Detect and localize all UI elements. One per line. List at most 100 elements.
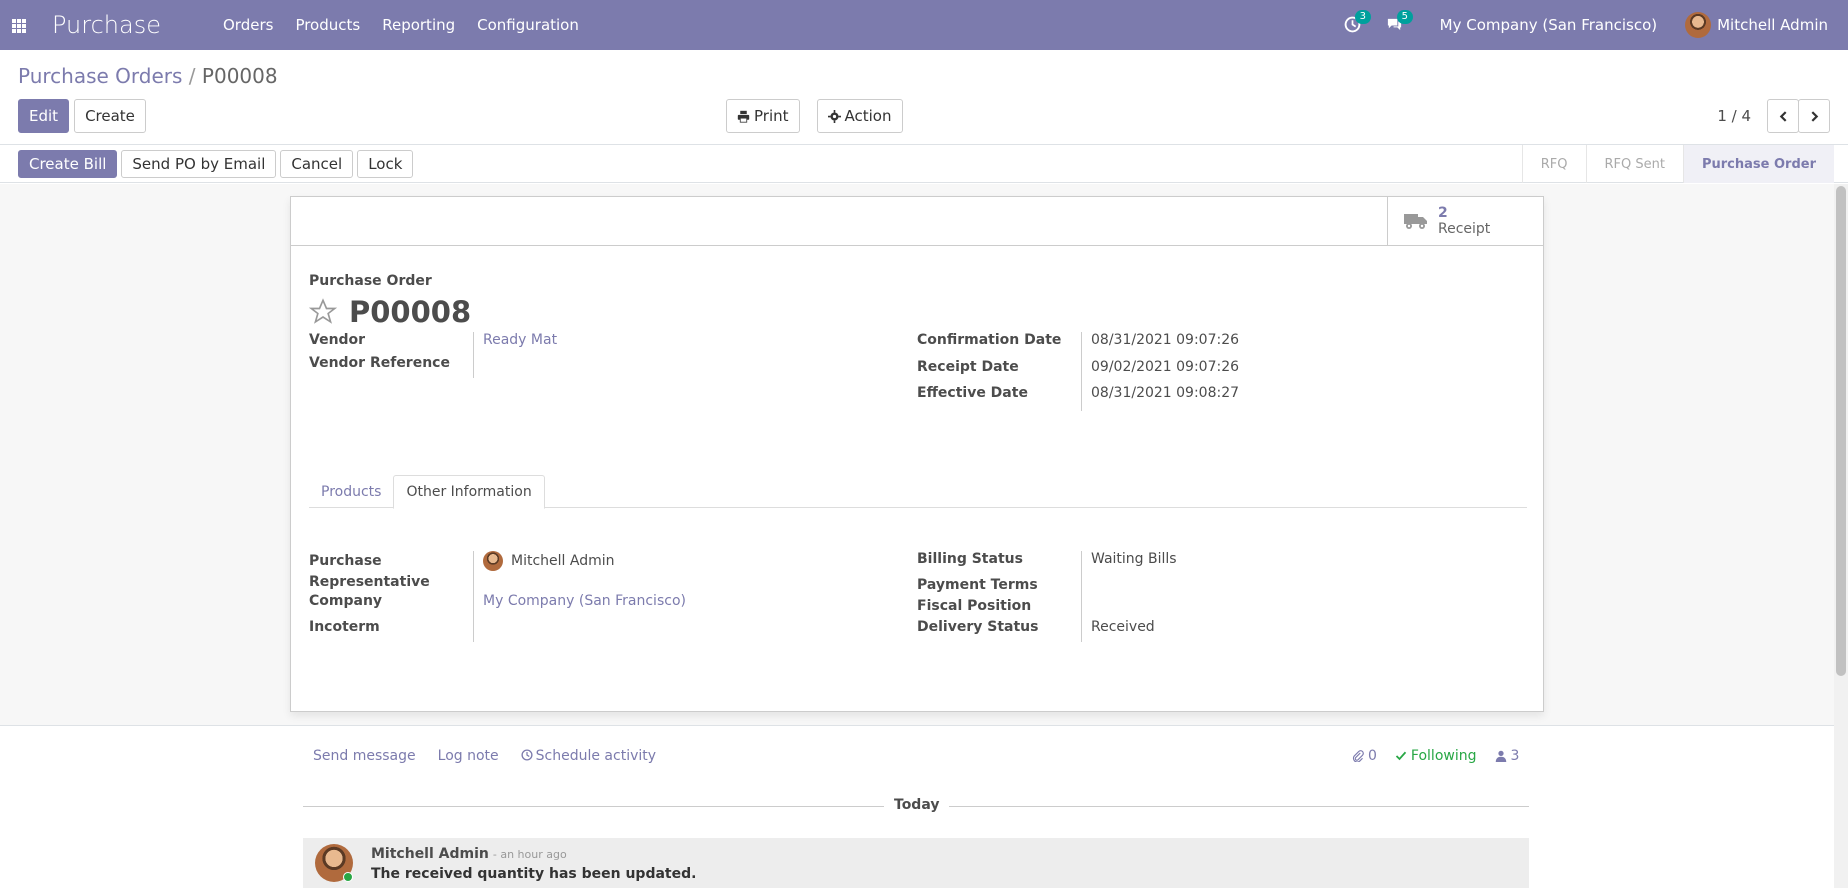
- send-message-button[interactable]: Send message: [313, 748, 416, 764]
- stage-pipeline: RFQ RFQ Sent Purchase Order: [1521, 145, 1834, 183]
- pager-value[interactable]: 1 / 4: [1717, 107, 1751, 125]
- billing-status-value: Waiting Bills: [1091, 551, 1177, 567]
- other-info-left-group: Purchase Representative Mitchell Admin C…: [309, 551, 686, 642]
- star-icon[interactable]: [309, 298, 337, 326]
- menu-products[interactable]: Products: [295, 16, 360, 34]
- incoterm-row: Incoterm: [309, 619, 686, 642]
- stage-purchase-order[interactable]: Purchase Order: [1682, 145, 1834, 183]
- payment-terms-row: Payment Terms: [917, 577, 1177, 598]
- tab-products[interactable]: Products: [309, 475, 393, 509]
- cancel-button[interactable]: Cancel: [280, 149, 354, 178]
- schedule-activity-button[interactable]: Schedule activity: [521, 748, 656, 764]
- confirmation-date-row: Confirmation Date 08/31/2021 09:07:26: [917, 332, 1239, 359]
- order-name: P00008: [349, 295, 472, 329]
- incoterm-value: [474, 619, 483, 642]
- form-buttons: Edit Create: [18, 99, 146, 133]
- fiscal-position-label: Fiscal Position: [917, 598, 1082, 619]
- fiscal-position-row: Fiscal Position: [917, 598, 1177, 619]
- status-actions: Create Bill Send PO by Email Cancel Lock: [18, 149, 414, 178]
- followers-button[interactable]: 3: [1495, 748, 1520, 764]
- purchase-representative-row: Purchase Representative Mitchell Admin: [309, 551, 686, 593]
- purchase-representative-value[interactable]: Mitchell Admin: [474, 551, 615, 593]
- message-badge: 5: [1396, 10, 1414, 24]
- order-type-label: Purchase Order: [309, 273, 432, 289]
- attachments-count: 0: [1368, 748, 1377, 764]
- billing-status-row: Billing Status Waiting Bills: [917, 551, 1177, 577]
- form-statusbar: Create Bill Send PO by Email Cancel Lock…: [0, 145, 1848, 183]
- vendor-value[interactable]: Ready Mat: [474, 332, 557, 355]
- fiscal-position-value: [1082, 598, 1091, 619]
- message-time: - an hour ago: [492, 848, 567, 861]
- scrollbar-thumb[interactable]: [1836, 186, 1846, 676]
- attachments-button[interactable]: 0: [1352, 748, 1377, 764]
- clock-icon: [521, 749, 533, 761]
- vendor-reference-row: Vendor Reference: [309, 355, 557, 378]
- company-switcher[interactable]: My Company (San Francisco): [1440, 16, 1657, 34]
- following-button[interactable]: Following: [1395, 748, 1477, 764]
- tab-other-information[interactable]: Other Information: [393, 475, 545, 509]
- user-menu[interactable]: Mitchell Admin: [1685, 12, 1828, 38]
- vendor-label: Vendor: [309, 332, 474, 355]
- other-info-right-group: Billing Status Waiting Bills Payment Ter…: [917, 551, 1177, 642]
- menu-reporting[interactable]: Reporting: [382, 16, 455, 34]
- create-bill-button[interactable]: Create Bill: [18, 149, 118, 178]
- log-note-button[interactable]: Log note: [438, 748, 499, 764]
- payment-terms-value: [1082, 577, 1091, 598]
- paperclip-icon: [1352, 750, 1364, 762]
- app-brand[interactable]: Purchase: [52, 11, 161, 39]
- edit-button[interactable]: Edit: [18, 99, 70, 133]
- delivery-status-label: Delivery Status: [917, 619, 1082, 642]
- purchase-representative-label-line2: Representative: [309, 574, 430, 590]
- stage-rfq[interactable]: RFQ: [1521, 145, 1586, 183]
- user-name: Mitchell Admin: [1717, 16, 1828, 34]
- main-menu: Orders Products Reporting Configuration: [223, 16, 601, 34]
- online-status-icon: [343, 872, 353, 882]
- representative-avatar: [483, 551, 503, 571]
- effective-date-value: 08/31/2021 09:08:27: [1091, 385, 1240, 401]
- printer-icon: [737, 110, 750, 123]
- schedule-activity-label: Schedule activity: [535, 748, 657, 764]
- menu-orders[interactable]: Orders: [223, 16, 273, 34]
- breadcrumb: Purchase Orders / P00008: [18, 64, 278, 88]
- messaging-menu[interactable]: 5: [1386, 10, 1414, 34]
- company-row: Company My Company (San Francisco): [309, 593, 686, 619]
- top-navbar: Purchase Orders Products Reporting Confi…: [0, 0, 1848, 50]
- activity-menu[interactable]: 3: [1344, 10, 1372, 34]
- message-author-name[interactable]: Mitchell Admin: [371, 846, 489, 862]
- user-avatar: [1685, 12, 1712, 38]
- create-button[interactable]: Create: [74, 99, 146, 133]
- menu-configuration[interactable]: Configuration: [477, 16, 579, 34]
- action-button[interactable]: Action: [816, 99, 903, 133]
- apps-menu-icon[interactable]: [12, 19, 26, 33]
- receipt-smart-button[interactable]: 2 Receipt: [1387, 197, 1543, 245]
- lock-button[interactable]: Lock: [357, 149, 414, 178]
- delivery-status-value: Received: [1091, 619, 1155, 635]
- activity-badge: 3: [1354, 10, 1372, 24]
- effective-date-label: Effective Date: [917, 385, 1082, 411]
- action-menus: Print Action: [726, 99, 903, 133]
- check-icon: [1395, 751, 1407, 761]
- followers-count: 3: [1510, 748, 1520, 764]
- vendor-reference-value: [474, 355, 483, 378]
- send-po-email-button[interactable]: Send PO by Email: [121, 149, 277, 178]
- stage-rfq-sent[interactable]: RFQ Sent: [1585, 145, 1683, 183]
- truck-icon: [1404, 214, 1427, 229]
- company-value[interactable]: My Company (San Francisco): [474, 593, 686, 619]
- breadcrumb-parent[interactable]: Purchase Orders: [18, 64, 182, 88]
- vendor-group: Vendor Ready Mat Vendor Reference: [309, 332, 557, 378]
- chatter-topbar-right: 0 Following 3: [1352, 748, 1519, 764]
- action-label: Action: [844, 107, 892, 125]
- confirmation-date-label: Confirmation Date: [917, 332, 1082, 359]
- payment-terms-label: Payment Terms: [917, 577, 1082, 598]
- chatter-message: Mitchell Admin - an hour ago The received…: [303, 838, 1529, 888]
- pager-next-button[interactable]: [1798, 99, 1830, 133]
- representative-name: Mitchell Admin: [511, 553, 615, 569]
- billing-status-label: Billing Status: [917, 551, 1082, 577]
- print-button[interactable]: Print: [726, 99, 800, 133]
- gear-icon: [827, 109, 841, 123]
- pager-previous-button[interactable]: [1767, 99, 1799, 133]
- date-separator: Today: [884, 797, 950, 813]
- receipt-date-value: 09/02/2021 09:07:26: [1091, 359, 1240, 375]
- navbar-systray: 3 5 My Company (San Francisco) Mitchell …: [1344, 10, 1828, 38]
- purchase-representative-label-line1: Purchase: [309, 553, 382, 569]
